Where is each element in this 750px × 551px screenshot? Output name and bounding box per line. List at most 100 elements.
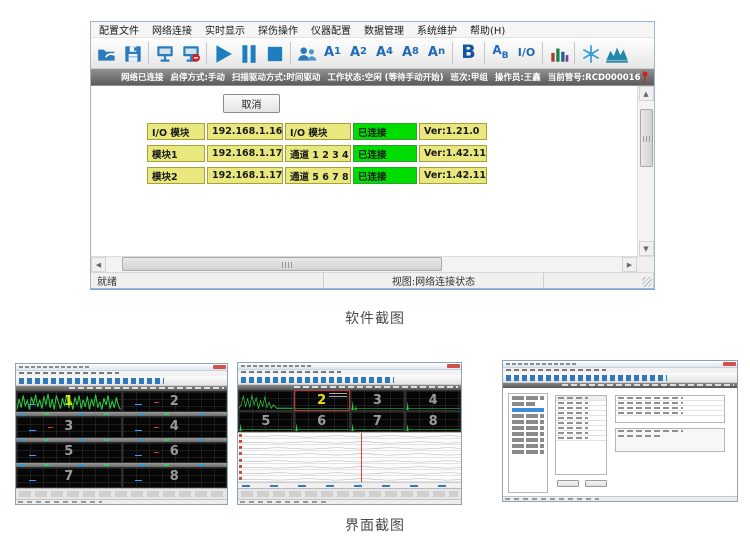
- start-button[interactable]: [210, 40, 235, 67]
- menu-item-realtime-display[interactable]: 实时显示: [205, 22, 245, 37]
- save-button[interactable]: [120, 40, 145, 67]
- b-scan-button[interactable]: B: [456, 40, 481, 67]
- scroll-left-icon[interactable]: ◀: [91, 257, 106, 272]
- mini-window-config: [502, 360, 738, 502]
- io-button[interactable]: I/O: [514, 40, 539, 67]
- mini-window-ascan-grid: 1 2 3 4 5 6 7 8: [15, 363, 228, 505]
- connected-status-cell: 已连接: [353, 145, 417, 162]
- connection-status-view: 取消 I/O 模块 192.168.1.169 I/O 模块 已连接 Ver:1…: [91, 86, 637, 256]
- channel-cell-3: 3: [16, 416, 122, 437]
- a8-num: 8: [412, 47, 419, 57]
- channel-cell-7: 7: [350, 411, 406, 432]
- connected-status-cell: 已连接: [353, 167, 417, 184]
- menu-item-system-maintenance[interactable]: 系统维护: [417, 22, 457, 37]
- menu-item-help[interactable]: 帮助(H): [470, 22, 505, 37]
- config-button: [585, 480, 607, 487]
- cancel-button[interactable]: 取消: [223, 94, 280, 113]
- pause-icon: [238, 43, 260, 65]
- config-tree-panel: [508, 393, 548, 493]
- channel-cell-1: 1: [16, 391, 122, 412]
- vertical-scrollbar[interactable]: ▲ ▼: [637, 86, 654, 256]
- a2-label: A: [350, 46, 360, 59]
- scroll-down-icon[interactable]: ▼: [639, 241, 654, 256]
- ab-compare-button[interactable]: AB: [488, 40, 513, 67]
- table-cell: I/O 模块: [285, 123, 351, 140]
- channel-cell-5: 5: [238, 411, 294, 432]
- scroll-right-icon[interactable]: ▶: [622, 257, 637, 272]
- horizontal-scroll-track[interactable]: [106, 257, 622, 272]
- channel-cell-1: [238, 390, 294, 411]
- open-button[interactable]: [94, 40, 119, 67]
- toolbar-separator: [452, 42, 453, 64]
- channel-a1-button[interactable]: A1: [320, 40, 345, 67]
- network-disconnect-icon: [180, 43, 202, 65]
- scroll-up-icon[interactable]: ▲: [639, 86, 654, 101]
- toolbar-separator: [574, 42, 575, 64]
- pin-icon: [641, 71, 649, 85]
- network-disconnect-button[interactable]: [178, 40, 203, 67]
- a4-label: A: [376, 46, 386, 59]
- pause-button[interactable]: [236, 40, 261, 67]
- channel-number: 7: [17, 471, 121, 484]
- menu-item-data-management[interactable]: 数据管理: [364, 22, 404, 37]
- close-icon: [723, 362, 736, 366]
- channel-cell-3: 3: [350, 390, 406, 411]
- ready-status: 就绪: [91, 273, 324, 288]
- mini-tool-bar: [503, 373, 737, 383]
- menu-bar: 配置文件 网络连接 实时显示 探伤操作 仪器配置 数据管理 系统维护 帮助(H): [91, 22, 654, 38]
- channel-number: 8: [123, 471, 227, 484]
- a2-num: 2: [360, 47, 367, 57]
- bar-chart-button[interactable]: [546, 40, 571, 67]
- toolbar-separator: [206, 42, 207, 64]
- io-icon: I/O: [518, 46, 535, 59]
- tool-bar: A1 A2 A4 A8 An B AB I/O: [91, 38, 654, 69]
- channel-cell-4: 4: [122, 416, 228, 437]
- table-cell: 通道 1 2 3 4: [285, 145, 351, 162]
- horizontal-scroll-thumb[interactable]: [122, 257, 442, 271]
- operator-text: 操作员:王鑫: [495, 71, 541, 83]
- channel-cell-7: 7: [16, 467, 122, 488]
- table-cell: 模块1: [147, 145, 205, 162]
- mini-status-bar: [238, 499, 461, 504]
- mini-title-bar: [16, 364, 227, 371]
- save-icon: [122, 43, 144, 65]
- users-button[interactable]: [294, 40, 319, 67]
- table-cell: 192.168.1.171: [207, 167, 283, 184]
- close-icon: [213, 365, 226, 369]
- menu-item-instrument-config[interactable]: 仪器配置: [311, 22, 351, 37]
- channel-a2-button[interactable]: A2: [346, 40, 371, 67]
- horizontal-scrollbar[interactable]: ◀ ▶: [91, 256, 654, 272]
- mini-control-bar: [16, 488, 227, 499]
- open-icon: [96, 43, 118, 65]
- interface-screenshot-caption: 界面截图: [0, 515, 750, 535]
- snowflake-button[interactable]: [578, 40, 603, 67]
- connected-status-cell: 已连接: [353, 123, 417, 140]
- channel-an-button[interactable]: An: [424, 40, 449, 67]
- channel-a8-button[interactable]: A8: [398, 40, 423, 67]
- toolbar-separator: [542, 42, 543, 64]
- channel-number: 3: [351, 394, 405, 407]
- mini-control-bar: [238, 488, 461, 499]
- mini-title-bar: [238, 363, 461, 370]
- table-cell: 192.168.1.170: [207, 145, 283, 162]
- channel-number: 5: [239, 415, 293, 428]
- channel-a4-button[interactable]: A4: [372, 40, 397, 67]
- channel-number: 6: [123, 445, 227, 458]
- network-connect-button[interactable]: [152, 40, 177, 67]
- channel-number: 6: [295, 415, 349, 428]
- vertical-scroll-track[interactable]: [639, 101, 654, 241]
- pipe-number-text: 当前管号:RCD000016: [548, 71, 641, 83]
- shift-text: 班次:甲组: [450, 71, 487, 83]
- menu-item-inspection[interactable]: 探伤操作: [258, 22, 298, 37]
- table-cell: 通道 5 6 7 8: [285, 167, 351, 184]
- channel-number: 4: [123, 420, 227, 433]
- menu-item-config-file[interactable]: 配置文件: [99, 22, 139, 37]
- menu-item-network[interactable]: 网络连接: [152, 22, 192, 37]
- stop-button[interactable]: [262, 40, 287, 67]
- table-cell: 192.168.1.169: [207, 123, 283, 140]
- channel-cell-6: 6: [294, 411, 350, 432]
- module-status-table: I/O 模块 192.168.1.169 I/O 模块 已连接 Ver:1.21…: [147, 123, 487, 184]
- vertical-scroll-thumb[interactable]: [640, 109, 653, 167]
- spectrum-button[interactable]: [604, 40, 630, 67]
- resize-grip[interactable]: [642, 277, 652, 287]
